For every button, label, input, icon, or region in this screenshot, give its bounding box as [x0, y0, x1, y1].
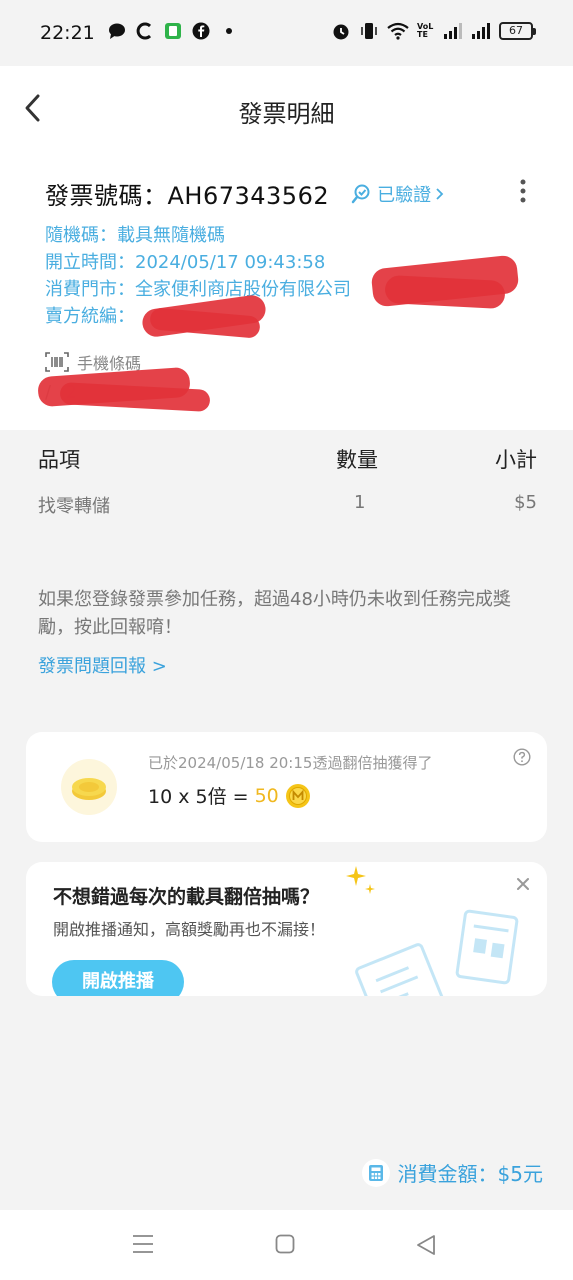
wifi-icon — [387, 22, 409, 40]
invoice-issue-report-link[interactable]: 發票問題回報 > — [38, 652, 167, 678]
status-time: 22:21 — [40, 22, 95, 44]
dot-icon — [226, 28, 232, 34]
verified-search-icon — [351, 184, 370, 203]
total-amount-row: 消費金額：$5元 — [361, 1158, 543, 1187]
invoice-number: 發票號碼：AH67343562 — [45, 182, 330, 210]
receipt-illustration — [355, 909, 519, 996]
invoice-number-row: 發票號碼：AH67343562 已驗證 — [45, 176, 445, 211]
push-notification-card: 不想錯過每次的載具翻倍抽嗎？ 開啟推播通知，高額獎勵再也不漏接！ 開啟推播 — [26, 862, 547, 996]
battery-indicator: 67 — [499, 22, 536, 40]
item-subtotal: $5 — [514, 492, 537, 513]
back-triangle-icon[interactable] — [416, 1234, 436, 1256]
random-code: 隨機碼：載具無隨機碼 — [45, 225, 225, 246]
reward-calc-text: 10 x 5倍 = — [148, 786, 249, 808]
task-notice: 如果您登錄發票參加任務，超過48小時仍未收到任務完成獎勵，按此回報唷！ — [38, 589, 511, 638]
reward-amount: 50 — [254, 784, 279, 807]
green-app-icon — [165, 23, 181, 39]
more-options-icon[interactable] — [517, 178, 529, 204]
coin-stack-icon — [61, 759, 117, 815]
push-card-subtitle: 開啟推播通知，高額獎勵再也不漏接！ — [53, 920, 326, 939]
verified-link[interactable]: 已驗證 — [351, 181, 445, 207]
signal-icon-1 — [444, 23, 462, 39]
header-subtotal: 小計 — [495, 448, 537, 472]
menu-icon[interactable] — [132, 1234, 154, 1254]
item-name: 找零轉儲 — [38, 496, 110, 517]
sparkle-icon — [346, 866, 375, 894]
volte-label: VoLTE — [417, 22, 434, 39]
status-bar: 22:21 VoLTE 67 — [0, 0, 573, 66]
reward-calculation: 10 x 5倍 = 50 — [148, 782, 311, 809]
push-card-title: 不想錯過每次的載具翻倍抽嗎？ — [53, 886, 320, 908]
chevron-right-icon — [436, 187, 444, 200]
home-icon[interactable] — [275, 1234, 295, 1254]
calculator-icon — [361, 1158, 390, 1187]
system-icons: VoLTE 67 — [331, 21, 536, 41]
header-item: 品項 — [38, 448, 80, 472]
app-header: 發票明細 — [0, 66, 573, 150]
reward-description: 已於2024/05/18 20:15透過翻倍抽獲得了 — [148, 754, 433, 772]
items-section: 品項 數量 小計 找零轉儲 1 $5 — [0, 430, 573, 550]
issued-time: 開立時間：2024/05/17 09:43:58 — [45, 252, 326, 273]
barcode-icon — [45, 352, 69, 372]
c-app-icon — [136, 22, 152, 40]
alarm-icon — [333, 24, 349, 40]
reward-card: 已於2024/05/18 20:15透過翻倍抽獲得了 10 x 5倍 = 50 — [26, 732, 547, 842]
store-name: 消費門市：全家便利商店股份有限公司 — [45, 279, 351, 300]
verified-label: 已驗證 — [377, 184, 432, 206]
vibrate-icon — [361, 23, 377, 39]
close-icon[interactable] — [515, 876, 531, 892]
table-row: 找零轉儲 1 $5 — [0, 492, 573, 520]
system-nav-bar — [0, 1210, 573, 1280]
help-icon[interactable] — [513, 748, 531, 766]
page-title: 發票明細 — [238, 100, 335, 128]
header-qty: 數量 — [336, 448, 378, 472]
facebook-icon — [192, 22, 210, 40]
chat-bubble-icon — [109, 23, 125, 39]
notification-icons — [108, 22, 238, 40]
invoice-info-section: 發票號碼：AH67343562 已驗證 隨機碼：載具無隨機碼 開立時間：2024… — [0, 150, 573, 430]
enable-push-button[interactable]: 開啟推播 — [52, 960, 184, 996]
total-amount: 消費金額：$5元 — [397, 1162, 543, 1186]
items-header: 品項 數量 小計 — [0, 444, 573, 474]
signal-icon-2 — [472, 23, 490, 39]
item-qty: 1 — [354, 492, 366, 513]
coin-icon — [285, 783, 310, 808]
